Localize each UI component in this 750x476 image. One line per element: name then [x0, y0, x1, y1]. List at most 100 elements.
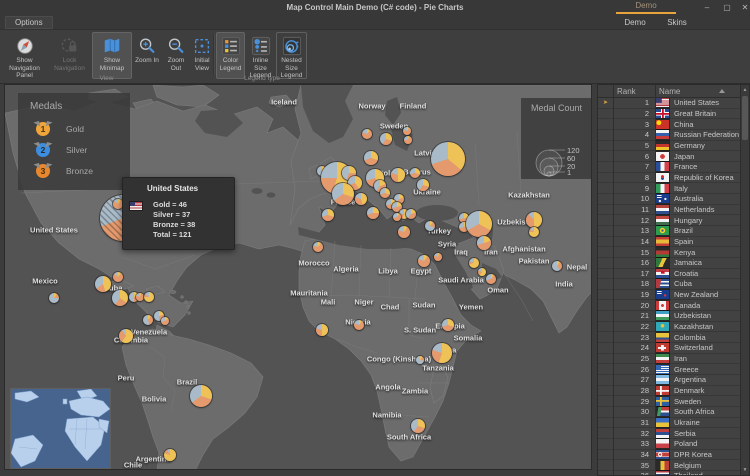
column-header-rank[interactable]: Rank	[617, 85, 636, 98]
sort-ascending-icon[interactable]	[719, 89, 725, 93]
scroll-down-icon[interactable]: ▼	[741, 465, 749, 475]
table-row[interactable]: 23Colombia	[598, 332, 740, 343]
table-row[interactable]: 32Serbia	[598, 428, 740, 439]
medal-pie-chart[interactable]	[380, 133, 392, 145]
table-row[interactable]: 17Croatia	[598, 269, 740, 280]
medal-pie-chart[interactable]	[136, 293, 144, 301]
color-legend-button[interactable]: Color Legend	[216, 32, 245, 79]
minimap[interactable]	[10, 388, 111, 469]
table-row[interactable]: 20Canada	[598, 300, 740, 311]
ribbon-header-demo[interactable]: Demo	[616, 0, 676, 14]
nested-size-legend-button[interactable]: Nested Size Legend	[276, 32, 307, 79]
show-navigation-panel-button[interactable]: Show Navigation Panel	[2, 32, 47, 79]
medal-pie-chart[interactable]	[442, 319, 454, 331]
table-row[interactable]: 36Thailand	[598, 471, 740, 475]
options-button[interactable]: Options	[5, 16, 53, 29]
medal-pie-chart[interactable]	[144, 292, 154, 302]
table-row[interactable]: 19New Zealand	[598, 290, 740, 301]
table-row[interactable]: 13Brazil	[598, 226, 740, 237]
medal-pie-chart[interactable]	[529, 227, 539, 237]
table-row[interactable]: 24Switzerland	[598, 343, 740, 354]
medal-pie-chart[interactable]	[113, 272, 123, 282]
lock-navigation-button[interactable]: Lock Navigation	[48, 32, 91, 79]
medal-pie-chart[interactable]	[313, 242, 323, 252]
medal-pie-chart[interactable]	[380, 188, 390, 198]
table-row[interactable]: 26Greece	[598, 364, 740, 375]
table-row[interactable]: 25Iran	[598, 354, 740, 365]
table-row[interactable]: 14Spain	[598, 237, 740, 248]
medal-pie-chart[interactable]	[406, 209, 416, 219]
table-row[interactable]: 15Kenya	[598, 247, 740, 258]
minimize-button[interactable]: –	[698, 0, 716, 15]
show-minimap-button[interactable]: Show Minimap	[92, 32, 132, 79]
medal-pie-chart[interactable]	[403, 127, 411, 135]
table-row[interactable]: 2Great Britain	[598, 109, 740, 120]
medal-pie-chart[interactable]	[410, 168, 420, 178]
inline-size-legend-button[interactable]: Inline Size Legend	[246, 32, 275, 79]
medal-pie-chart[interactable]	[367, 207, 379, 219]
table-row[interactable]: ➤1United States	[598, 98, 740, 109]
table-row[interactable]: 3China	[598, 119, 740, 130]
medal-pie-chart[interactable]	[404, 136, 412, 144]
table-row[interactable]: 18Cuba	[598, 279, 740, 290]
table-row[interactable]: 33Poland	[598, 439, 740, 450]
table-row[interactable]: 31Ukraine	[598, 418, 740, 429]
medal-pie-chart[interactable]	[95, 276, 111, 292]
medal-pie-chart[interactable]	[112, 290, 128, 306]
table-row[interactable]: 12Hungary	[598, 215, 740, 226]
medal-pie-chart[interactable]	[161, 317, 169, 325]
medal-pie-chart[interactable]	[432, 343, 452, 363]
medal-pie-chart[interactable]	[425, 221, 435, 231]
medal-pie-chart[interactable]	[316, 324, 328, 336]
table-row[interactable]: 6Japan	[598, 151, 740, 162]
table-row[interactable]: 8Republic of Korea	[598, 173, 740, 184]
medal-pie-chart[interactable]	[526, 212, 542, 228]
table-row[interactable]: 16Jamaica	[598, 258, 740, 269]
table-row[interactable]: 35Belgium	[598, 460, 740, 471]
tab-demo[interactable]: Demo	[620, 16, 650, 29]
medal-pie-chart[interactable]	[164, 449, 176, 461]
medal-pie-chart[interactable]	[398, 226, 410, 238]
medal-pie-chart[interactable]	[362, 129, 372, 139]
table-row[interactable]: 29Sweden	[598, 396, 740, 407]
medal-pie-chart[interactable]	[391, 168, 405, 182]
table-row[interactable]: 30South Africa	[598, 407, 740, 418]
zoom-out-button[interactable]: Zoom Out	[162, 32, 190, 79]
scroll-up-icon[interactable]: ▲	[741, 85, 749, 95]
table-row[interactable]: 34DPR Korea	[598, 450, 740, 461]
medal-pie-chart[interactable]	[418, 255, 430, 267]
table-row[interactable]: 11Netherlands	[598, 205, 740, 216]
zoom-in-button[interactable]: Zoom In	[133, 32, 161, 79]
medal-pie-chart[interactable]	[143, 315, 153, 325]
scrollbar-thumb[interactable]	[742, 96, 748, 140]
table-row[interactable]: 28Denmark	[598, 386, 740, 397]
medal-pie-chart[interactable]	[119, 329, 133, 343]
medal-pie-chart[interactable]	[354, 320, 364, 330]
tab-skins[interactable]: Skins	[662, 16, 692, 29]
medal-pie-chart[interactable]	[434, 253, 442, 261]
medal-pie-chart[interactable]	[364, 151, 378, 165]
table-row[interactable]: 10Australia	[598, 194, 740, 205]
initial-view-button[interactable]: Initial View	[189, 32, 215, 79]
table-row[interactable]: 5Germany	[598, 141, 740, 152]
medal-pie-chart[interactable]	[416, 356, 424, 364]
medal-pie-chart[interactable]	[190, 385, 212, 407]
medal-pie-chart[interactable]	[417, 179, 429, 191]
medal-pie-chart[interactable]	[411, 419, 425, 433]
medal-pie-chart[interactable]	[49, 293, 59, 303]
medal-pie-chart[interactable]	[355, 193, 367, 205]
medal-pie-chart[interactable]	[322, 209, 334, 221]
table-row[interactable]: 22Kazakhstan	[598, 322, 740, 333]
table-row[interactable]: 21Uzbekistan	[598, 311, 740, 322]
table-scrollbar[interactable]: ▲ ▼	[740, 85, 749, 475]
medal-pie-chart[interactable]	[552, 261, 562, 271]
medal-pie-chart[interactable]	[466, 211, 492, 237]
medal-pie-chart[interactable]	[393, 213, 401, 221]
table-row[interactable]: 7France	[598, 162, 740, 173]
medal-pie-chart[interactable]	[431, 142, 465, 176]
column-header-name[interactable]: Name	[659, 85, 680, 98]
map-canvas[interactable]: Medals 1Gold2Silver3Bronze Medal Count 1…	[4, 84, 592, 470]
maximize-button[interactable]: ▢	[718, 0, 736, 15]
medal-pie-chart[interactable]	[469, 258, 479, 268]
table-row[interactable]: 9Italy	[598, 183, 740, 194]
